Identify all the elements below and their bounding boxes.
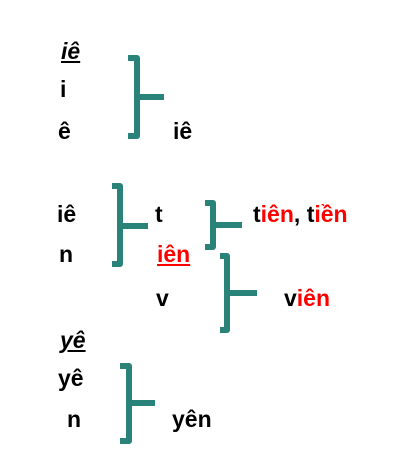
bracket-vien bbox=[220, 253, 257, 333]
phonics-slide: iê i ê iê iê n t iên v tiên, tiền viên y… bbox=[0, 0, 420, 470]
word-tien2-vowel: iền bbox=[314, 201, 348, 227]
consonant-t: t bbox=[155, 201, 163, 227]
word-vien-prefix: v bbox=[284, 285, 297, 311]
word-tien-prefix: t bbox=[253, 201, 261, 227]
consonant-v: v bbox=[156, 285, 169, 311]
part-n: n bbox=[59, 241, 74, 267]
word-tien-line: tiên, tiền bbox=[253, 203, 348, 226]
part-n-2: n bbox=[67, 406, 82, 432]
letter-i: i bbox=[60, 76, 67, 102]
part-ie: iê bbox=[57, 201, 77, 227]
word-tien-vowel: iên bbox=[260, 201, 294, 227]
heading-ie: iê bbox=[61, 38, 81, 64]
part-ye: yê bbox=[58, 365, 84, 391]
word-vien-vowel: iên bbox=[296, 285, 331, 311]
result-yen: yên bbox=[172, 406, 212, 432]
word-vien: viên bbox=[284, 287, 330, 310]
heading-ye: yê bbox=[60, 327, 86, 353]
combined-ien: iên bbox=[157, 241, 191, 267]
brackets-layer bbox=[112, 55, 257, 444]
bracket-ien-2 bbox=[205, 200, 242, 250]
bracket-yen bbox=[120, 363, 155, 444]
letter-e-circumflex: ê bbox=[58, 118, 71, 144]
bracket-ie bbox=[128, 55, 164, 139]
result-ie: iê bbox=[173, 118, 193, 144]
bracket-ien-1 bbox=[112, 183, 148, 267]
word-separator: , bbox=[293, 201, 307, 227]
